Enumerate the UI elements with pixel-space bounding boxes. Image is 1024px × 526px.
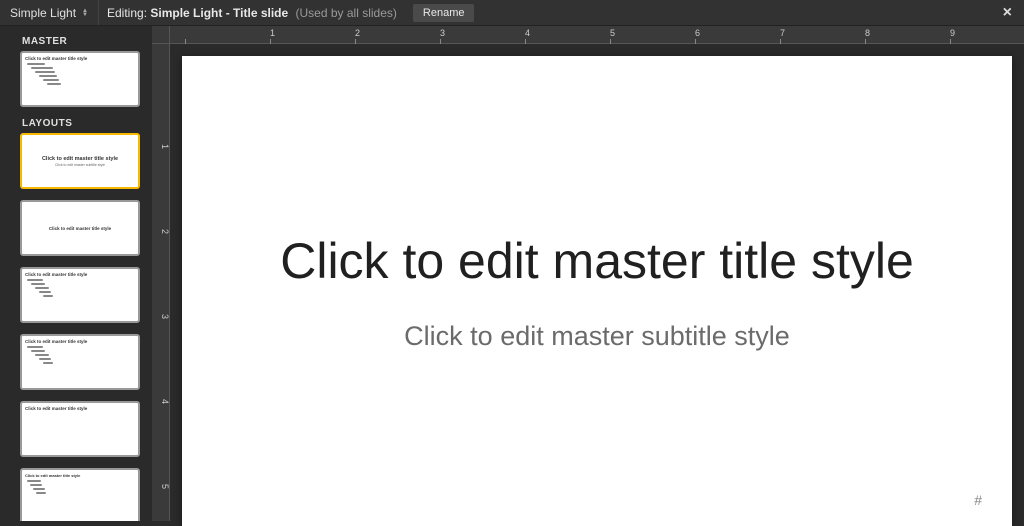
- theme-name: Simple Light: [10, 6, 76, 20]
- workspace: MASTER Click to edit master title style …: [0, 26, 1024, 521]
- master-editor-header: Simple Light ▲▼ Editing: Simple Light - …: [0, 0, 1024, 26]
- slide-viewport[interactable]: Click to edit master title style Click t…: [182, 56, 1014, 511]
- rename-button[interactable]: Rename: [413, 4, 475, 22]
- dropdown-arrows-icon: ▲▼: [82, 9, 88, 17]
- layout-thumb-title-only[interactable]: Click to edit master title style: [20, 401, 140, 457]
- layout-thumb-one-column[interactable]: Click to edit master title style: [20, 468, 140, 521]
- close-button[interactable]: ×: [991, 4, 1024, 22]
- master-subtitle-placeholder[interactable]: Click to edit master subtitle style: [404, 321, 790, 352]
- ruler-corner: [152, 26, 170, 44]
- layout-thumb-title-body[interactable]: Click to edit master title style: [20, 267, 140, 323]
- layout-thumb-title-body-alt[interactable]: Click to edit master title style: [20, 334, 140, 390]
- page-number-placeholder[interactable]: #: [974, 492, 982, 508]
- editing-label: Editing: Simple Light - Title slide (Use…: [99, 6, 405, 20]
- master-title-placeholder[interactable]: Click to edit master title style: [280, 231, 914, 291]
- ruler-vertical[interactable]: 1 2 3 4 5: [152, 44, 170, 521]
- layout-thumb-section-header[interactable]: Click to edit master title style: [20, 200, 140, 256]
- master-slide[interactable]: Click to edit master title style Click t…: [182, 56, 1012, 526]
- master-thumbnail[interactable]: Click to edit master title style: [20, 51, 140, 107]
- layouts-section-label: LAYOUTS: [22, 118, 140, 129]
- master-section-label: MASTER: [22, 36, 140, 47]
- layout-thumb-title-slide[interactable]: Click to edit master title style Click t…: [20, 133, 140, 189]
- theme-selector[interactable]: Simple Light ▲▼: [0, 0, 98, 25]
- canvas-area: 1 2 3 4 5 6 7 8 9 1 2 3 4 5 Click to edi…: [152, 26, 1024, 521]
- ruler-horizontal[interactable]: 1 2 3 4 5 6 7 8 9: [170, 26, 1024, 44]
- layout-sidebar[interactable]: MASTER Click to edit master title style …: [0, 26, 152, 521]
